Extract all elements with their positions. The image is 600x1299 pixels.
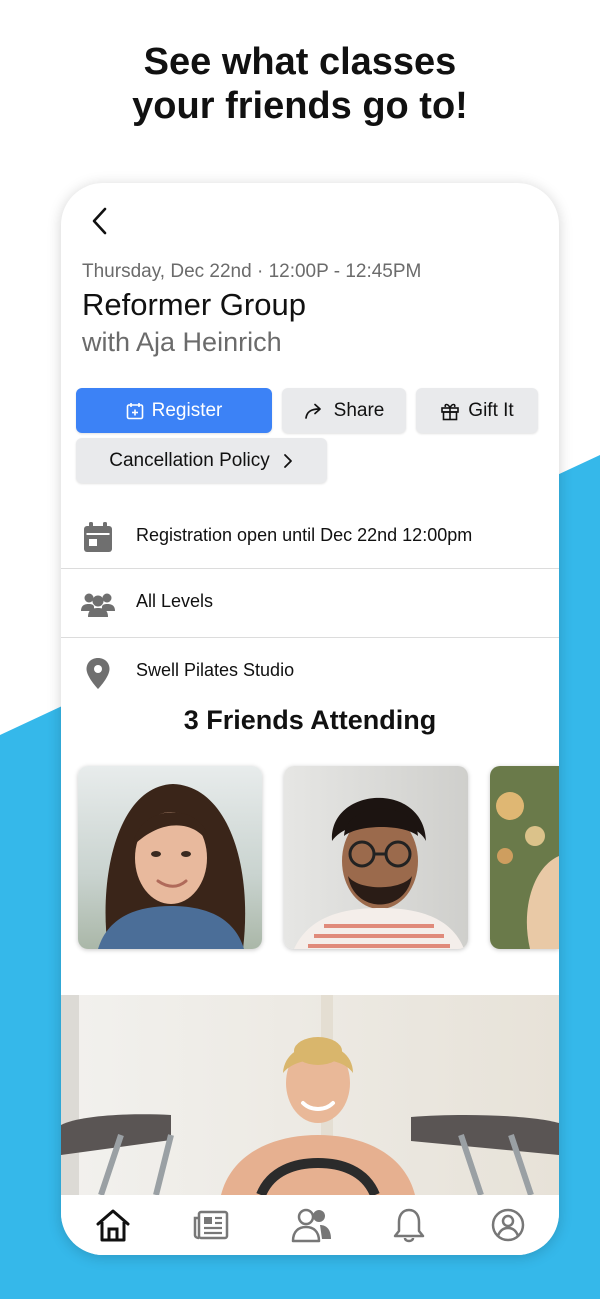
- cancellation-policy-label: Cancellation Policy: [109, 449, 270, 471]
- back-button[interactable]: [85, 203, 115, 239]
- chevron-left-icon: [92, 207, 107, 235]
- headline-line-1: See what classes: [143, 41, 457, 83]
- share-button[interactable]: Share: [282, 388, 406, 433]
- friend-photo: [284, 766, 468, 949]
- calendar-add-icon: [126, 402, 143, 419]
- tab-friends[interactable]: [290, 1205, 331, 1245]
- location-row: Swell Pilates Studio: [61, 638, 559, 706]
- register-label: Register: [151, 399, 223, 421]
- friend-avatar[interactable]: [78, 766, 262, 949]
- share-arrow-icon: [304, 403, 321, 419]
- app-store-screenshot: See what classes your friends go to! Thu…: [0, 0, 600, 1299]
- level-text: All Levels: [136, 591, 214, 611]
- gift-label: Gift It: [468, 399, 514, 421]
- friend-avatar[interactable]: [490, 766, 559, 949]
- registration-row: Registration open until Dec 22nd 12:00pm: [61, 503, 559, 571]
- registration-text: Registration open until Dec 22nd 12:00pm: [136, 525, 473, 545]
- tab-notifications[interactable]: [389, 1205, 429, 1245]
- tab-home[interactable]: [93, 1205, 133, 1245]
- gift-button[interactable]: Gift It: [416, 388, 538, 433]
- chevron-right-icon: [283, 453, 292, 468]
- level-row: All Levels: [61, 569, 559, 637]
- phone-frame: Thursday, Dec 22nd · 12:00P - 12:45PM Re…: [61, 183, 559, 1255]
- promo-headline: See what classes your friends go to!: [0, 40, 600, 128]
- friends-icon: [291, 1208, 331, 1243]
- cancellation-policy-button[interactable]: Cancellation Policy: [76, 438, 327, 483]
- class-hero-image: [61, 995, 559, 1195]
- profile-icon: [491, 1208, 525, 1242]
- location-pin-icon: [86, 658, 110, 689]
- class-title: Reformer Group: [82, 287, 306, 322]
- group-icon: [81, 593, 115, 617]
- class-date-time: Thursday, Dec 22nd · 12:00P - 12:45PM: [82, 261, 422, 282]
- calendar-icon: [84, 522, 112, 552]
- tab-profile[interactable]: [488, 1205, 528, 1245]
- friend-avatar[interactable]: [284, 766, 468, 949]
- class-instructor: with Aja Heinrich: [82, 327, 282, 357]
- bell-icon: [393, 1208, 425, 1243]
- location-text: Swell Pilates Studio: [136, 660, 295, 680]
- headline-line-2: your friends go to!: [132, 85, 468, 127]
- news-icon: [193, 1210, 229, 1240]
- tab-news[interactable]: [191, 1205, 231, 1245]
- instructor-photo: [61, 995, 559, 1195]
- share-label: Share: [333, 399, 385, 421]
- register-button[interactable]: Register: [76, 388, 272, 433]
- gift-icon: [441, 403, 460, 420]
- home-icon: [96, 1209, 130, 1242]
- friend-photo: [490, 766, 559, 949]
- friends-attending-title: 3 Friends Attending: [183, 705, 437, 735]
- friend-photo: [78, 766, 262, 949]
- bottom-tab-bar: [61, 1195, 559, 1255]
